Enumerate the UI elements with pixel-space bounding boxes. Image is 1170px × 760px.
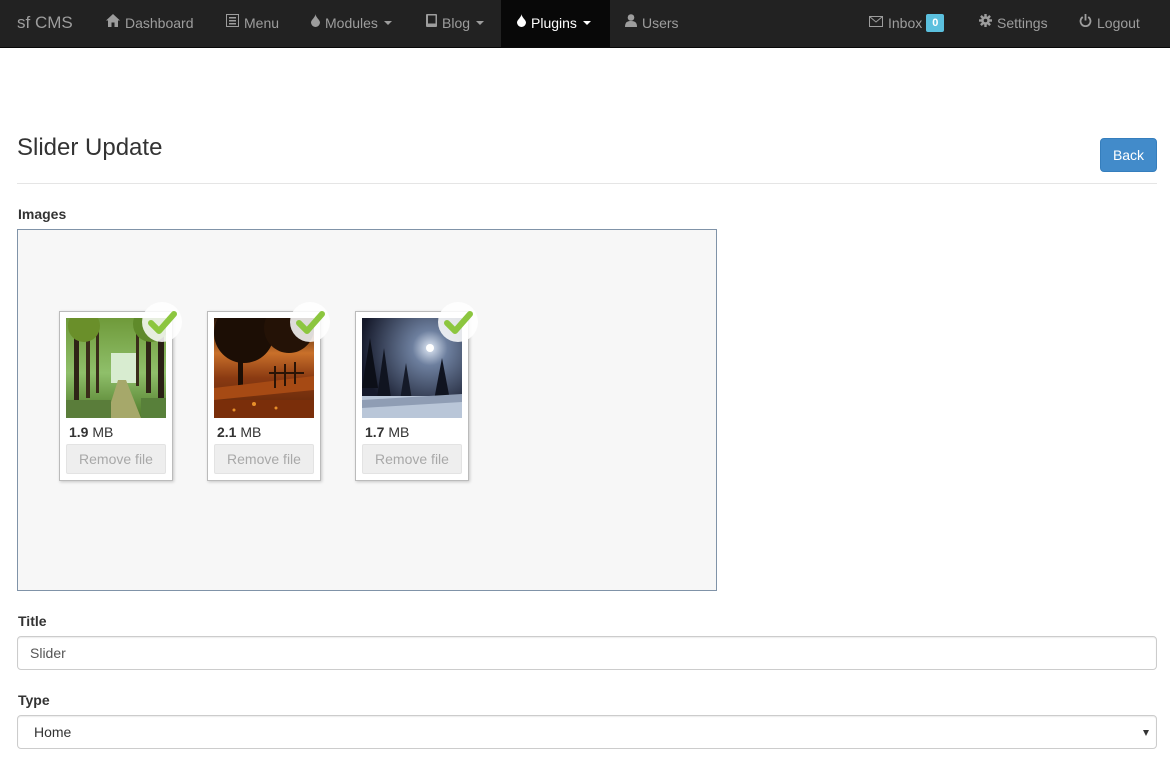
remove-file-button[interactable]: Remove file: [66, 444, 166, 474]
file-preview: 2.1 MB Remove file: [207, 302, 330, 481]
nav-users-label: Users: [642, 15, 679, 31]
upload-success-icon: [290, 302, 330, 342]
header-divider: [17, 183, 1157, 184]
nav-modules[interactable]: Modules: [311, 0, 392, 48]
nav-settings[interactable]: Settings: [979, 0, 1048, 48]
type-select-value: Home: [34, 724, 72, 740]
nav-settings-label: Settings: [997, 15, 1048, 31]
chevron-down-icon: [383, 21, 392, 26]
nav-dashboard[interactable]: Dashboard: [106, 0, 194, 48]
nav-blog[interactable]: Blog: [426, 0, 485, 48]
nav-dashboard-label: Dashboard: [125, 15, 194, 31]
nav-menu-label: Menu: [244, 15, 280, 31]
nav-logout-label: Logout: [1097, 15, 1140, 31]
inbox-count-badge: 0: [926, 14, 945, 33]
upload-success-icon: [438, 302, 478, 342]
book-icon: [426, 0, 437, 45]
title-label: Title: [18, 613, 47, 629]
file-size-value: 1.7: [365, 424, 385, 440]
file-preview: 1.9 MB Remove file: [59, 302, 182, 481]
file-size-unit: MB: [240, 424, 262, 440]
caret-down-icon: [1143, 730, 1149, 736]
home-icon: [106, 0, 120, 45]
drop-icon: [517, 0, 526, 45]
title-input[interactable]: [17, 636, 1157, 670]
nav-menu[interactable]: Menu: [226, 0, 279, 48]
chevron-down-icon: [476, 21, 485, 26]
nav-plugins-label: Plugins: [531, 15, 577, 31]
remove-file-button[interactable]: Remove file: [214, 444, 314, 474]
gear-icon: [979, 0, 992, 45]
nav-users[interactable]: Users: [625, 0, 679, 48]
list-icon: [226, 0, 239, 45]
type-label: Type: [18, 692, 50, 708]
brand-link[interactable]: sf CMS: [17, 0, 73, 48]
file-size: 2.1 MB: [217, 424, 261, 440]
upload-success-icon: [142, 302, 182, 342]
type-select[interactable]: Home: [17, 715, 1157, 749]
file-preview: 1.7 MB Remove file: [355, 302, 478, 481]
nav-plugins[interactable]: Plugins: [501, 0, 610, 48]
remove-file-button[interactable]: Remove file: [362, 444, 462, 474]
drop-icon: [311, 0, 320, 45]
power-icon: [1079, 0, 1092, 45]
file-size-value: 2.1: [217, 424, 237, 440]
user-icon: [625, 0, 637, 45]
chevron-down-icon: [582, 21, 591, 26]
nav-logout[interactable]: Logout: [1079, 0, 1140, 48]
image-dropzone[interactable]: 1.9 MB Remove file 2.1 MB Remove file 1.…: [17, 229, 717, 591]
file-size: 1.7 MB: [365, 424, 409, 440]
nav-inbox-label: Inbox: [888, 15, 923, 31]
file-size-value: 1.9: [69, 424, 89, 440]
file-size: 1.9 MB: [69, 424, 113, 440]
page-title: Slider Update: [17, 134, 163, 161]
nav-modules-label: Modules: [325, 15, 378, 31]
images-label: Images: [18, 206, 67, 222]
top-navbar: sf CMS Dashboard Menu Modules Blog Plugi…: [0, 0, 1170, 48]
back-button[interactable]: Back: [1100, 138, 1157, 172]
file-size-unit: MB: [388, 424, 410, 440]
envelope-icon: [869, 0, 883, 45]
nav-blog-label: Blog: [442, 15, 471, 31]
file-size-unit: MB: [92, 424, 114, 440]
nav-inbox[interactable]: Inbox 0: [869, 0, 945, 48]
